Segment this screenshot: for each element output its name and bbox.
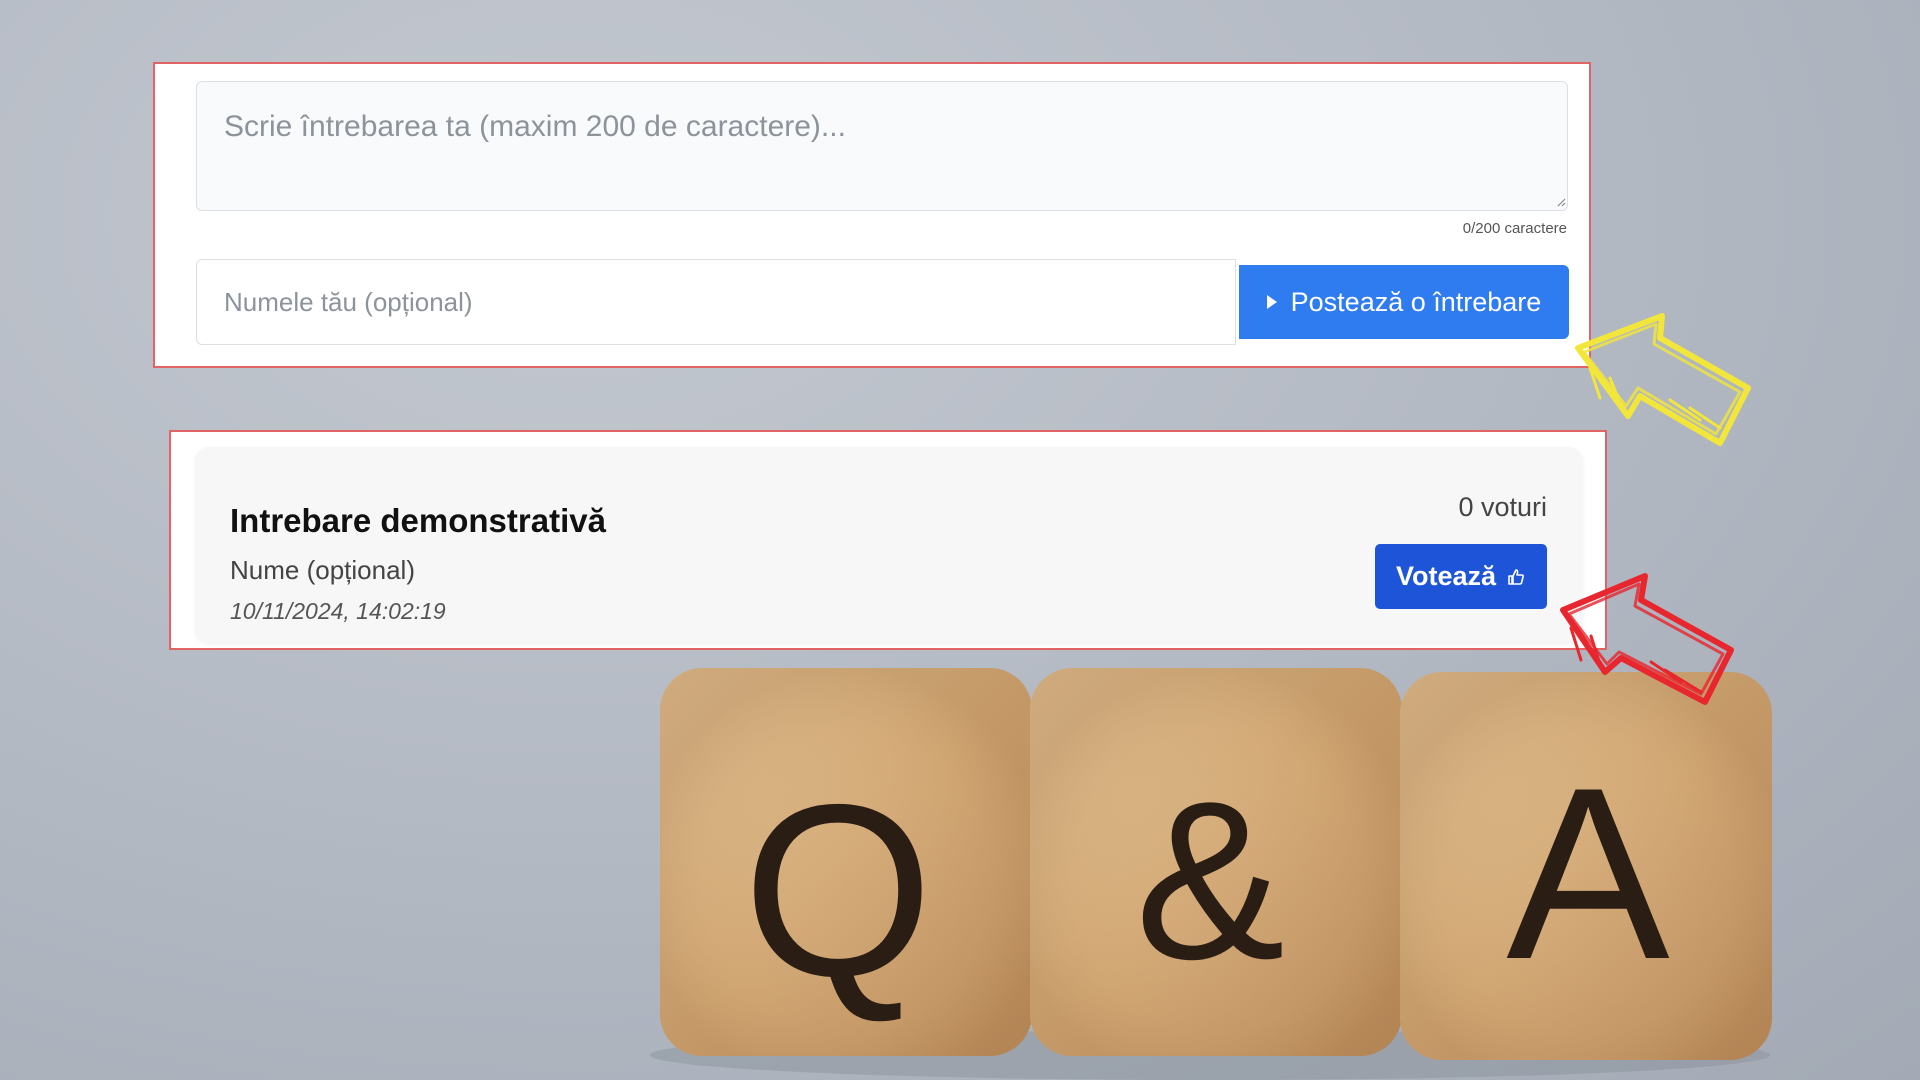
char-counter: 0/200 caractere [1462, 220, 1567, 237]
question-card-frame: Intrebare demonstrativă Nume (opțional) … [169, 430, 1607, 650]
vote-button[interactable]: Votează [1375, 544, 1547, 609]
vote-button-label: Votează [1395, 561, 1497, 591]
question-title: Intrebare demonstrativă [230, 502, 606, 539]
vote-count: 0 voturi [1458, 492, 1547, 522]
cube-a: A [1400, 672, 1772, 1060]
cube-letter-ampersand: & [1135, 754, 1285, 1006]
question-form: 0/200 caractere Postează o întrebare [153, 62, 1591, 368]
question-input[interactable] [196, 81, 1568, 211]
cube-letter-q: Q [743, 753, 934, 1027]
resize-grip-icon[interactable] [1556, 197, 1566, 207]
name-input[interactable] [196, 259, 1236, 345]
cube-ampersand: & [1030, 668, 1402, 1056]
question-date: 10/11/2024, 14:02:19 [230, 598, 446, 624]
post-question-label: Postează o întrebare [1290, 286, 1542, 317]
question-author: Nume (opțional) [230, 555, 415, 585]
cube-q: Q [660, 668, 1032, 1056]
thumbs-up-icon [1508, 568, 1524, 585]
post-question-button[interactable]: Postează o întrebare [1239, 265, 1569, 339]
question-card: Intrebare demonstrativă Nume (opțional) … [195, 447, 1583, 642]
cube-letter-a: A [1506, 736, 1669, 1010]
play-icon [1266, 295, 1277, 309]
